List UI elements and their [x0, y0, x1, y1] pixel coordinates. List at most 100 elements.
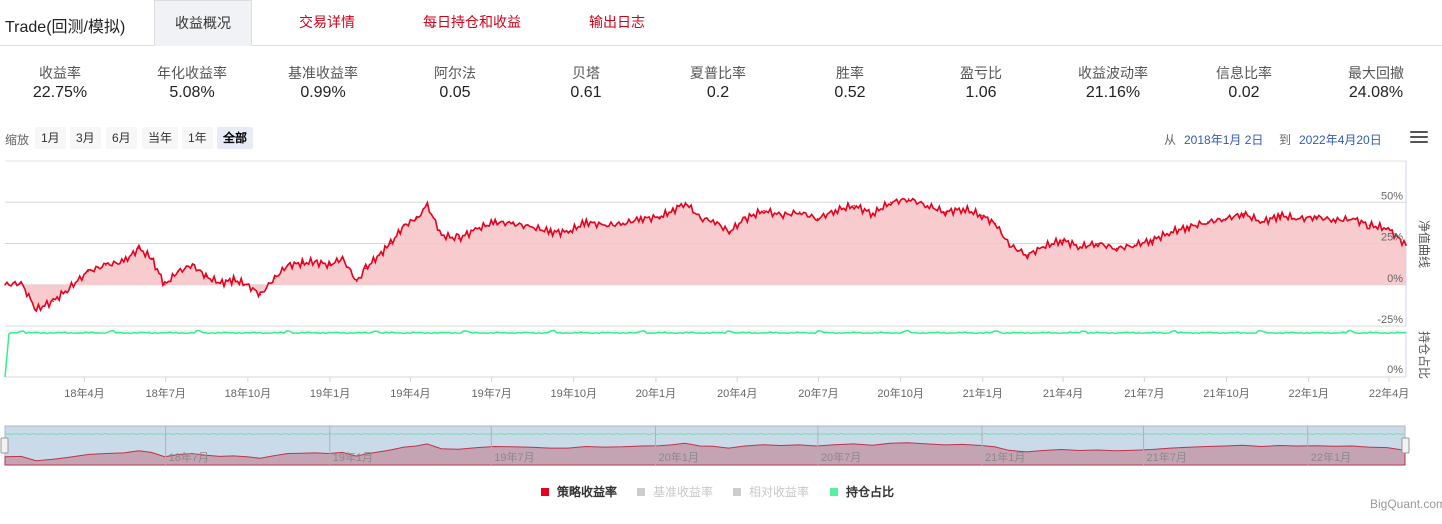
strategy-point [1297, 217, 1299, 220]
pane-title-position: 持仓占比 [1417, 331, 1432, 379]
strategy-point [684, 201, 687, 204]
x-tick-label: 21年4月 [1043, 386, 1083, 400]
navigator-left-handle [0, 437, 9, 454]
strategy-point [389, 242, 392, 245]
strategy-point [4, 283, 6, 286]
legend-item[interactable]: 相对收益率 [733, 483, 809, 500]
strategy-point [1188, 226, 1190, 228]
legend-label: 基准收益率 [653, 485, 714, 499]
strategy-point [763, 209, 765, 212]
strategy-point [1206, 221, 1209, 223]
y-tick-label: 0% [1387, 364, 1403, 376]
strategy-point [1079, 246, 1081, 248]
strategy-point [1115, 247, 1118, 250]
strategy-point [232, 279, 235, 281]
y-tick-label: -25% [1377, 314, 1403, 326]
strategy-point [177, 270, 180, 273]
strategy-point [1387, 227, 1389, 230]
navigator-tick-label: 21年1月 [985, 450, 1025, 464]
position-line [4, 329, 1407, 378]
strategy-point [301, 262, 304, 265]
strategy-point [356, 280, 358, 283]
strategy-point [567, 231, 570, 233]
x-tick-label: 21年1月 [963, 386, 1003, 400]
strategy-point [1026, 254, 1029, 256]
strategy-point [426, 204, 429, 207]
x-tick-label: 18年10月 [225, 386, 271, 400]
strategy-point [205, 275, 207, 278]
strategy-point [1315, 216, 1318, 218]
x-tick-label: 20年10月 [877, 386, 923, 400]
strategy-point [164, 283, 166, 286]
strategy-point [531, 226, 533, 228]
x-tick-label: 18年7月 [146, 386, 186, 400]
strategy-point [585, 221, 588, 223]
strategy-point [52, 300, 55, 303]
legend-item[interactable]: 基准收益率 [637, 483, 713, 500]
x-tick-label: 20年1月 [636, 386, 676, 400]
navigator-tick-label: 21年7月 [1147, 450, 1187, 464]
strategy-point [1170, 231, 1172, 233]
series-layer [4, 197, 1407, 378]
legend-label: 策略收益率 [557, 485, 618, 499]
strategy-point [440, 234, 443, 237]
strategy-point [150, 257, 153, 260]
strategy-point [728, 231, 730, 233]
strategy-point [798, 211, 801, 213]
navigator-tick-label: 20年7月 [821, 450, 861, 464]
legend-item[interactable]: 策略收益率 [541, 483, 617, 500]
navigator[interactable]: 18年7月 19年1月 19年7月 20年1月 20年7月 21年1月 21年7月 22年1月 [0, 425, 1410, 466]
legend-item[interactable]: 持仓占比 [830, 483, 894, 500]
y-tick-label: 0% [1387, 273, 1403, 285]
strategy-point [639, 217, 642, 220]
strategy-point [889, 201, 892, 204]
strategy-point [780, 214, 782, 217]
x-tick-label: 19年1月 [310, 386, 350, 400]
strategy-point [1042, 246, 1045, 248]
strategy-point [20, 282, 22, 284]
strategy-point [35, 308, 38, 311]
x-tick-label: 19年7月 [471, 386, 511, 400]
x-tick-label: 19年4月 [390, 386, 430, 400]
strategy-point [246, 283, 248, 286]
navigator-tick-label: 20年1月 [658, 450, 698, 464]
strategy-point [314, 260, 316, 263]
x-tick-label: 22年4月 [1369, 386, 1409, 400]
strategy-point [1334, 219, 1337, 222]
strategy-point [1279, 214, 1281, 217]
strategy-point [658, 216, 661, 218]
strategy-point [1224, 217, 1227, 220]
strategy-point [744, 217, 747, 220]
strategy-point [328, 264, 330, 266]
legend-swatch [733, 487, 741, 496]
strategy-point [604, 224, 606, 227]
x-tick-label: 19年10月 [551, 386, 597, 400]
strategy-point [105, 264, 107, 266]
strategy-point [834, 209, 837, 212]
strategy-point [512, 222, 514, 225]
strategy-point [1368, 224, 1371, 227]
strategy-point [1008, 244, 1011, 246]
navigator-tick-label: 19年7月 [494, 450, 534, 464]
strategy-point [191, 264, 194, 266]
strategy-point [138, 247, 140, 250]
x-tick-label: 21年7月 [1124, 386, 1164, 400]
strategy-point [622, 222, 624, 225]
strategy-point [672, 209, 674, 212]
strategy-point [872, 213, 874, 215]
strategy-point [287, 264, 289, 266]
performance-chart: 50% 25% 0% -25% 净值曲线 0% 持仓占比 18年4月 18年7月 18年10月 19… [0, 160, 1432, 466]
strategy-point [549, 231, 552, 233]
strategy-point [853, 204, 855, 207]
strategy-point [699, 217, 702, 220]
x-tick-label: 22年1月 [1288, 386, 1328, 400]
x-tick-label: 18年4月 [64, 386, 104, 400]
strategy-point [1405, 244, 1407, 246]
strategy-point [1097, 242, 1099, 245]
strategy-point [259, 293, 262, 296]
legend-label: 相对收益率 [749, 485, 810, 499]
pane-title-nav: 净值曲线 [1417, 220, 1432, 268]
strategy-point [457, 237, 460, 240]
x-tick-label: 21年10月 [1203, 386, 1249, 400]
strategy-point [816, 217, 819, 220]
